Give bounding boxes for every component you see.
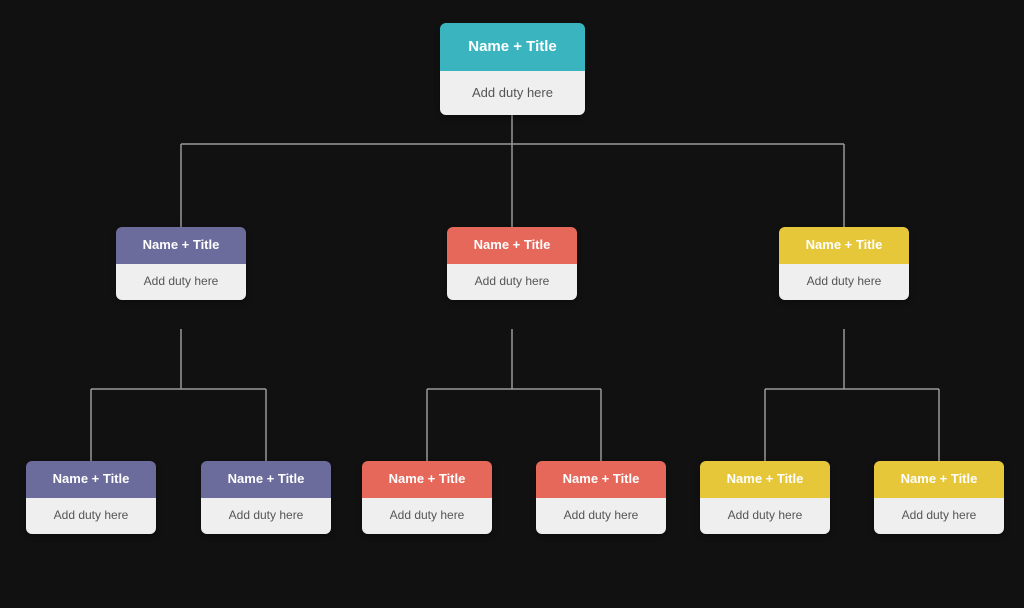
node-bot-cr-duty: Add duty here (564, 508, 639, 522)
node-mid-center-duty: Add duty here (475, 274, 550, 288)
node-mid-center[interactable]: Name + Title Add duty here (447, 227, 577, 300)
node-mid-left-duty: Add duty here (144, 274, 219, 288)
node-bot-lr-label: Name + Title (228, 471, 305, 486)
node-bot-cr-body: Add duty here (536, 498, 666, 534)
node-bot-rl[interactable]: Name + Title Add duty here (700, 461, 830, 534)
node-mid-left[interactable]: Name + Title Add duty here (116, 227, 246, 300)
node-mid-center-header: Name + Title (447, 227, 577, 264)
node-bot-lr-duty: Add duty here (229, 508, 304, 522)
node-root[interactable]: Name + Title Add duty here (440, 23, 585, 115)
node-bot-ll-label: Name + Title (53, 471, 130, 486)
node-bot-ll-body: Add duty here (26, 498, 156, 534)
node-mid-left-label: Name + Title (143, 237, 220, 252)
node-root-body: Add duty here (440, 71, 585, 116)
node-mid-left-header: Name + Title (116, 227, 246, 264)
node-mid-right-duty: Add duty here (807, 274, 882, 288)
node-bot-rl-duty: Add duty here (728, 508, 803, 522)
node-bot-rr-body: Add duty here (874, 498, 1004, 534)
node-root-label: Name + Title (468, 38, 557, 55)
node-bot-lr[interactable]: Name + Title Add duty here (201, 461, 331, 534)
node-bot-rl-label: Name + Title (727, 471, 804, 486)
node-mid-center-body: Add duty here (447, 264, 577, 300)
node-bot-cl-duty: Add duty here (390, 508, 465, 522)
node-bot-cl[interactable]: Name + Title Add duty here (362, 461, 492, 534)
node-bot-cl-header: Name + Title (362, 461, 492, 498)
node-mid-right-body: Add duty here (779, 264, 909, 300)
node-bot-rl-body: Add duty here (700, 498, 830, 534)
node-bot-lr-body: Add duty here (201, 498, 331, 534)
node-mid-right-label: Name + Title (806, 237, 883, 252)
node-bot-cr-header: Name + Title (536, 461, 666, 498)
node-root-duty: Add duty here (472, 85, 553, 100)
node-bot-rr-label: Name + Title (901, 471, 978, 486)
node-mid-right-header: Name + Title (779, 227, 909, 264)
node-bot-ll[interactable]: Name + Title Add duty here (26, 461, 156, 534)
node-bot-rr-header: Name + Title (874, 461, 1004, 498)
node-bot-rr-duty: Add duty here (902, 508, 977, 522)
node-bot-cr[interactable]: Name + Title Add duty here (536, 461, 666, 534)
node-bot-cl-body: Add duty here (362, 498, 492, 534)
node-bot-rr[interactable]: Name + Title Add duty here (874, 461, 1004, 534)
node-bot-lr-header: Name + Title (201, 461, 331, 498)
node-bot-cr-label: Name + Title (563, 471, 640, 486)
node-mid-left-body: Add duty here (116, 264, 246, 300)
node-bot-cl-label: Name + Title (389, 471, 466, 486)
node-bot-ll-header: Name + Title (26, 461, 156, 498)
node-bot-rl-header: Name + Title (700, 461, 830, 498)
org-chart: Name + Title Add duty here Name + Title … (12, 9, 1012, 599)
node-root-header: Name + Title (440, 23, 585, 71)
node-bot-ll-duty: Add duty here (54, 508, 129, 522)
node-mid-center-label: Name + Title (474, 237, 551, 252)
node-mid-right[interactable]: Name + Title Add duty here (779, 227, 909, 300)
